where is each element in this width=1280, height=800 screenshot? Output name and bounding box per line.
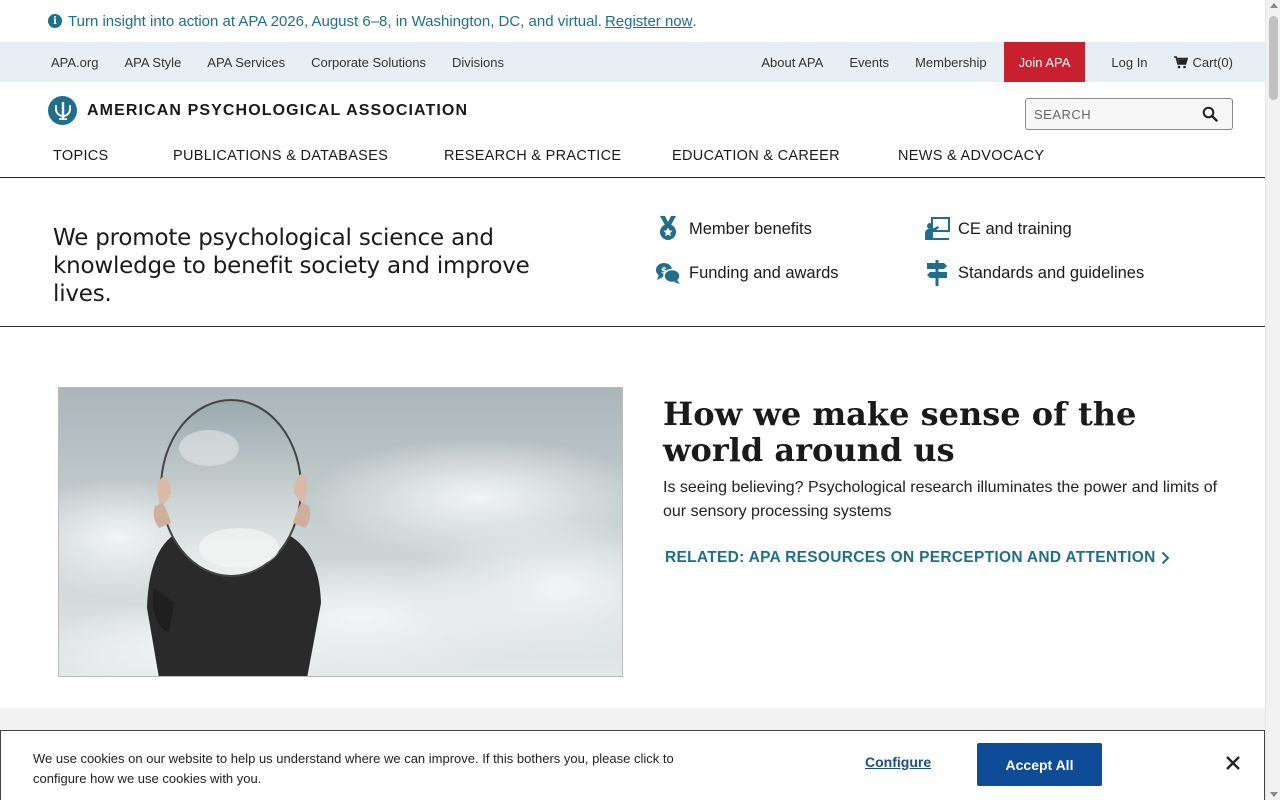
svg-text:$: $ xyxy=(661,267,667,277)
join-apa-button[interactable]: Join APA xyxy=(1003,42,1086,82)
scrollbar-thumb[interactable] xyxy=(1269,16,1278,100)
related-resources-label: RELATED: APA RESOURCES ON PERCEPTION AND… xyxy=(665,549,1156,566)
events-link[interactable]: Events xyxy=(849,55,889,70)
standards-guidelines-label: Standards and guidelines xyxy=(958,263,1145,282)
page: i Turn insight into action at APA 2026, … xyxy=(0,0,1265,800)
membership-link[interactable]: Membership xyxy=(915,55,987,70)
announcement-bar: i Turn insight into action at APA 2026, … xyxy=(0,0,1265,42)
scroll-down-arrow-icon[interactable] xyxy=(1270,792,1278,797)
cart-label: Cart(0) xyxy=(1192,54,1233,70)
presenter-icon xyxy=(924,216,950,242)
announcement-text: Turn insight into action at APA 2026, Au… xyxy=(68,12,602,30)
utility-link-corporate-solutions[interactable]: Corporate Solutions xyxy=(311,55,426,70)
brand-name: AMERICAN PSYCHOLOGICAL ASSOCIATION xyxy=(87,101,469,119)
feature-description: Is seeing believing? Psychological resea… xyxy=(663,479,1218,520)
info-icon: i xyxy=(48,14,62,28)
member-benefits-link[interactable]: Member benefits xyxy=(655,216,812,242)
related-resources-link[interactable]: RELATED: APA RESOURCES ON PERCEPTION AND… xyxy=(665,549,1170,567)
register-now-link[interactable]: Register now xyxy=(605,13,693,30)
main-nav: TOPICS PUBLICATIONS & DATABASES RESEARCH… xyxy=(0,140,1265,178)
cart-icon xyxy=(1173,55,1188,68)
nav-topics[interactable]: TOPICS xyxy=(53,148,109,164)
utility-nav: APA.org APA Style APA Services Corporate… xyxy=(0,42,1265,82)
search-icon[interactable] xyxy=(1202,106,1218,122)
apa-home-link[interactable]: AMERICAN PSYCHOLOGICAL ASSOCIATION xyxy=(48,96,468,125)
ce-training-label: CE and training xyxy=(958,219,1072,238)
cart-link[interactable]: Cart(0) xyxy=(1173,54,1233,70)
money-chat-icon: $ xyxy=(655,260,681,286)
utility-nav-right: About APA Events Membership Join APA Log… xyxy=(735,42,1233,82)
apa-psi-logo-icon xyxy=(48,96,77,125)
utility-link-apa-services[interactable]: APA Services xyxy=(207,55,285,70)
nav-news-advocacy[interactable]: NEWS & ADVOCACY xyxy=(898,148,1044,164)
funding-awards-label: Funding and awards xyxy=(689,263,839,282)
nav-education-career[interactable]: EDUCATION & CAREER xyxy=(672,148,840,164)
close-icon[interactable] xyxy=(1223,753,1243,773)
utility-link-apa-org[interactable]: APA.org xyxy=(51,55,98,70)
about-apa-link[interactable]: About APA xyxy=(761,55,823,70)
configure-cookies-link[interactable]: Configure xyxy=(865,754,931,770)
member-benefits-label: Member benefits xyxy=(689,219,812,238)
search-placeholder: SEARCH xyxy=(1034,106,1092,122)
cookie-banner: We use cookies on our website to help us… xyxy=(0,730,1265,800)
page-scrollbar[interactable] xyxy=(1265,0,1280,800)
chevron-right-icon xyxy=(1161,551,1170,565)
utility-link-apa-style[interactable]: APA Style xyxy=(124,55,181,70)
login-link[interactable]: Log In xyxy=(1111,55,1147,70)
funding-awards-link[interactable]: $ Funding and awards xyxy=(655,260,839,286)
signpost-icon xyxy=(924,260,950,286)
utility-nav-left: APA.org APA Style APA Services Corporate… xyxy=(51,55,530,70)
utility-link-divisions[interactable]: Divisions xyxy=(452,55,504,70)
scroll-up-arrow-icon[interactable] xyxy=(1270,3,1278,8)
cookie-message: We use cookies on our website to help us… xyxy=(33,751,674,786)
search-input[interactable]: SEARCH xyxy=(1025,98,1233,130)
ce-training-link[interactable]: CE and training xyxy=(924,216,1072,242)
medal-icon xyxy=(655,216,681,242)
intro-band: We promote psychological science and kno… xyxy=(0,178,1265,327)
intro-tagline: We promote psychological science and kno… xyxy=(53,225,530,307)
announcement-period: . xyxy=(692,12,697,30)
feature-title[interactable]: How we make sense of the world around us xyxy=(663,396,1223,468)
standards-guidelines-link[interactable]: Standards and guidelines xyxy=(924,260,1144,286)
nav-publications-databases[interactable]: PUBLICATIONS & DATABASES xyxy=(173,148,388,164)
nav-research-practice[interactable]: RESEARCH & PRACTICE xyxy=(444,148,621,164)
accept-all-button[interactable]: Accept All xyxy=(977,743,1102,786)
feature-image[interactable] xyxy=(58,387,623,677)
